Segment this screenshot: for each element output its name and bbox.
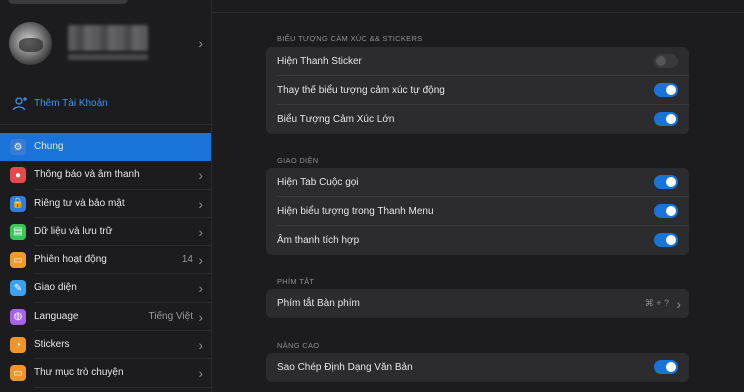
bell-icon: ● — [10, 167, 26, 184]
lock-icon: 🔒 — [10, 195, 26, 212]
section-header: GIAO DIỆN — [277, 156, 319, 165]
main-panel: BIỂU TƯỢNG CẢM XÚC && STICKERS Hiện Thanh… — [212, 0, 744, 392]
sidebar-item-5[interactable]: ✎ Giao diện › — [0, 274, 211, 303]
toggle-knob — [656, 56, 666, 66]
sidebar-item-3[interactable]: ▤ Dữ liệu và lưu trữ › — [0, 218, 211, 247]
settings-row[interactable]: Thay thế biểu tượng cảm xúc tự động — [266, 76, 689, 105]
section-header: BIỂU TƯỢNG CẢM XÚC && STICKERS — [277, 34, 423, 43]
chevron-right-icon: › — [198, 167, 203, 184]
sidebar-item-label: Chung — [34, 141, 64, 152]
sidebar-item-label: Giao diện — [34, 282, 77, 294]
settings-card: Hiện Tab Cuộc gọi Hiện biểu tượng trong T… — [266, 168, 689, 255]
toggle-switch[interactable] — [654, 112, 678, 126]
row-label: Biểu Tượng Cảm Xúc Lớn — [277, 114, 395, 125]
settings-row[interactable]: Âm thanh tích hợp — [266, 226, 689, 255]
divider — [34, 386, 211, 388]
main-header — [212, 0, 744, 13]
settings-menu: ⚙ Chung ● Thông báo và âm thanh › 🔒 Riêng tư v… — [0, 133, 211, 388]
toggle-knob — [666, 206, 676, 216]
chevron-right-icon: › — [676, 296, 681, 312]
sidebar-item-label: Thông báo và âm thanh — [34, 169, 140, 181]
sidebar-item-2[interactable]: 🔒 Riêng tư và bảo mật › — [0, 190, 211, 218]
toggle-switch[interactable] — [654, 54, 678, 68]
sticker-icon: ◔ — [10, 337, 26, 354]
sidebar-item-7[interactable]: ◔ Stickers › — [0, 331, 211, 360]
search-bar[interactable] — [8, 0, 128, 4]
row-label: Thay thế biểu tượng cảm xúc tự động — [277, 85, 445, 96]
settings-card: Sao Chép Định Dạng Văn Bản — [266, 353, 689, 382]
settings-row[interactable]: Hiện biểu tượng trong Thanh Menu — [266, 197, 689, 226]
toggle-switch[interactable] — [654, 83, 678, 97]
toggle-knob — [666, 114, 676, 124]
shortcut-hint: ⌘ + ? — [644, 298, 669, 308]
chevron-right-icon: › — [198, 35, 203, 51]
gear-icon: ⚙ — [10, 139, 26, 155]
sidebar-item-6[interactable]: ◍ Language Tiếng Việt › — [0, 303, 211, 332]
sidebar-item-value: Tiếng Việt — [148, 310, 193, 322]
settings-row[interactable]: Hiện Tab Cuộc gọi — [266, 168, 689, 197]
row-label: Hiện Thanh Sticker — [277, 56, 362, 67]
section-header: NÂNG CAO — [277, 341, 320, 350]
settings-row[interactable]: Sao Chép Định Dạng Văn Bản — [266, 353, 689, 382]
sidebar-item-4[interactable]: ▭ Phiên hoạt động 14 › — [0, 246, 211, 275]
toggle-knob — [666, 177, 676, 187]
chevron-right-icon: › — [198, 365, 203, 382]
toggle-switch[interactable] — [654, 233, 678, 247]
avatar[interactable] — [9, 22, 52, 65]
sidebar-item-8[interactable]: ▭ Thư mục trò chuyện › — [0, 359, 211, 388]
add-user-icon — [12, 97, 27, 111]
settings-card: Phím tắt Bàn phím ⌘ + ? › — [266, 289, 689, 318]
chevron-right-icon: › — [198, 195, 203, 212]
sidebar: › Thêm Tài Khoản ⚙ Chung ● Thông báo và âm … — [0, 0, 212, 392]
row-label: Phím tắt Bàn phím — [277, 298, 360, 309]
sidebar-item-label: Phiên hoạt động — [34, 254, 107, 266]
divider — [0, 124, 211, 125]
chevron-right-icon: › — [198, 337, 203, 354]
chevron-right-icon: › — [198, 308, 203, 325]
sidebar-item-label: Stickers — [34, 339, 70, 351]
row-label: Sao Chép Định Dạng Văn Bản — [277, 362, 413, 373]
toggle-switch[interactable] — [654, 175, 678, 189]
toggle-switch[interactable] — [654, 204, 678, 218]
sidebar-item-label: Thư mục trò chuyện — [34, 367, 124, 379]
sidebar-item-label: Riêng tư và bảo mật — [34, 197, 125, 209]
section-header: PHÍM TẮT — [277, 277, 315, 286]
sidebar-item-label: Language — [34, 310, 79, 322]
row-label: Âm thanh tích hợp — [277, 235, 360, 246]
toggle-knob — [666, 235, 676, 245]
row-label: Hiện Tab Cuộc gọi — [277, 177, 359, 188]
settings-card: Hiện Thanh Sticker Thay thế biểu tượng cả… — [266, 47, 689, 134]
chevron-right-icon: › — [198, 252, 203, 269]
folder-icon: ▭ — [10, 365, 26, 382]
row-label: Hiện biểu tượng trong Thanh Menu — [277, 206, 434, 217]
sidebar-item-0[interactable]: ⚙ Chung — [0, 133, 211, 162]
add-account-button[interactable]: Thêm Tài Khoản — [0, 92, 211, 116]
toggle-switch[interactable] — [654, 360, 678, 374]
brush-icon: ✎ — [10, 280, 26, 297]
sidebar-item-1[interactable]: ● Thông báo và âm thanh › — [0, 161, 211, 190]
toggle-knob — [666, 85, 676, 95]
chevron-right-icon: › — [198, 280, 203, 297]
profile-name-blurred — [68, 25, 148, 51]
settings-row[interactable]: Hiện Thanh Sticker — [266, 47, 689, 76]
settings-row[interactable]: Biểu Tượng Cảm Xúc Lớn — [266, 105, 689, 134]
profile-row[interactable]: › — [0, 22, 211, 68]
devices-icon: ▭ — [10, 252, 26, 269]
settings-row[interactable]: Phím tắt Bàn phím ⌘ + ? › — [266, 289, 689, 318]
sidebar-item-label: Dữ liệu và lưu trữ — [34, 225, 113, 237]
add-account-label: Thêm Tài Khoản — [34, 98, 108, 109]
chevron-right-icon: › — [198, 223, 203, 240]
database-icon: ▤ — [10, 223, 26, 240]
toggle-knob — [666, 362, 676, 372]
profile-phone-blurred — [68, 54, 148, 60]
sidebar-item-value: 14 — [181, 254, 193, 266]
globe-icon: ◍ — [10, 308, 26, 325]
